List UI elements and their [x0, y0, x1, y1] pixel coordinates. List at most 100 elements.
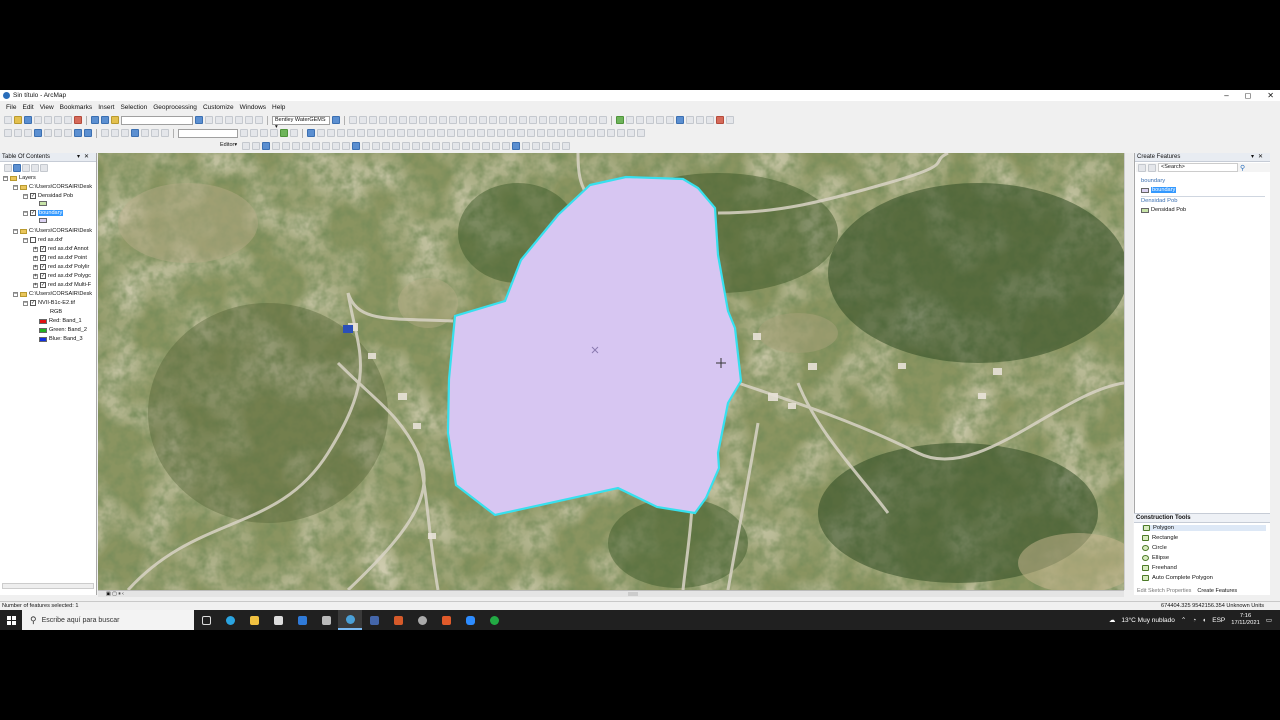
tool-q[interactable] — [509, 116, 517, 124]
clock[interactable]: 7:16 17/11/2021 — [1231, 613, 1260, 627]
tool-ad[interactable] — [656, 116, 664, 124]
pin-icon[interactable]: ▾ — [77, 154, 84, 160]
tool-4o[interactable] — [402, 142, 410, 150]
bentley-watergems-menu[interactable]: Bentley WaterGEMS ▾ — [272, 115, 330, 130]
tool-3v[interactable] — [637, 129, 645, 137]
tool-z[interactable] — [599, 116, 607, 124]
tool-3n[interactable] — [557, 129, 565, 137]
tool-aj[interactable] — [716, 116, 724, 124]
toc-group-dxf[interactable]: – red as.dxf — [23, 237, 63, 243]
menu-insert[interactable]: Insert — [98, 104, 114, 111]
tool-2j[interactable] — [250, 129, 258, 137]
tool-freehand[interactable]: Freehand — [1142, 565, 1266, 571]
tool-2q[interactable] — [327, 129, 335, 137]
map-view[interactable] — [98, 153, 1124, 590]
cut-button[interactable] — [44, 116, 52, 124]
tool-4v[interactable] — [472, 142, 480, 150]
template-densidad[interactable]: Densidad Pob — [1141, 207, 1186, 213]
menu-customize[interactable]: Customize — [203, 104, 234, 111]
add-data-button[interactable] — [111, 116, 119, 124]
toc-layer-dxf-polyline[interactable]: + ✓ red as.dxf Polylir — [33, 264, 89, 270]
tool-4c[interactable] — [282, 142, 290, 150]
tab-edit-sketch-properties[interactable]: Edit Sketch Properties — [1137, 588, 1191, 596]
list-by-selection-icon[interactable] — [31, 164, 39, 172]
template-boundary[interactable]: boundary — [1141, 187, 1177, 193]
tool-3t[interactable] — [617, 129, 625, 137]
tool-3f[interactable] — [477, 129, 485, 137]
undo-button[interactable] — [91, 116, 99, 124]
list-by-visibility-icon[interactable] — [22, 164, 30, 172]
tool-p[interactable] — [499, 116, 507, 124]
menu-edit[interactable]: Edit — [22, 104, 33, 111]
tool-4z[interactable] — [512, 142, 520, 150]
toc-layer-raster[interactable]: – ✓ NVII-B1c-E2.tif — [23, 300, 75, 306]
save-button[interactable] — [24, 116, 32, 124]
filter-icon[interactable] — [1148, 163, 1156, 172]
file-explorer-icon[interactable] — [242, 610, 266, 630]
tool-u[interactable] — [549, 116, 557, 124]
visibility-checkbox[interactable]: ✓ — [30, 193, 36, 199]
map-vertical-scrollbar[interactable] — [1124, 153, 1133, 590]
tool-ae[interactable] — [666, 116, 674, 124]
zoom-out-icon[interactable] — [14, 129, 22, 137]
open-button[interactable] — [14, 116, 22, 124]
tool-af[interactable] — [676, 116, 684, 124]
tool-o[interactable] — [489, 116, 497, 124]
tool-2k[interactable] — [260, 129, 268, 137]
toc-horizontal-scrollbar[interactable] — [2, 583, 94, 589]
tool-2g[interactable] — [141, 129, 149, 137]
tool-3a[interactable] — [427, 129, 435, 137]
paste-button[interactable] — [64, 116, 72, 124]
tool-circle[interactable]: Circle — [1142, 545, 1266, 551]
tool-2e[interactable] — [84, 129, 92, 137]
tool-4u[interactable] — [462, 142, 470, 150]
editor-toolbar-button[interactable] — [195, 116, 203, 124]
toc-layer-dxf-annot[interactable]: + ✓ red as.dxf Annot — [33, 246, 88, 252]
tool-2c[interactable] — [64, 129, 72, 137]
network-icon[interactable]: ◔ — [1192, 617, 1196, 624]
tool-4y[interactable] — [502, 142, 510, 150]
menu-bookmarks[interactable]: Bookmarks — [60, 104, 93, 111]
tool-4s[interactable] — [442, 142, 450, 150]
tool-2d[interactable] — [74, 129, 82, 137]
tool-3h[interactable] — [497, 129, 505, 137]
tool-b[interactable] — [359, 116, 367, 124]
tool-t[interactable] — [539, 116, 547, 124]
tool-2t[interactable] — [357, 129, 365, 137]
tool-auto-complete-polygon[interactable]: Auto Complete Polygon — [1142, 575, 1266, 581]
tool-4h[interactable] — [332, 142, 340, 150]
app-icon-3[interactable] — [386, 610, 410, 630]
tool-k[interactable] — [449, 116, 457, 124]
tool-4k[interactable] — [362, 142, 370, 150]
tool-3g[interactable] — [487, 129, 495, 137]
tool-s[interactable] — [529, 116, 537, 124]
tool-3o[interactable] — [567, 129, 575, 137]
organize-templates-icon[interactable] — [1138, 163, 1146, 172]
tool-j[interactable] — [439, 116, 447, 124]
mail-icon[interactable] — [290, 610, 314, 630]
tool-4d[interactable] — [292, 142, 300, 150]
close-panel-icon[interactable]: ✕ — [84, 154, 93, 160]
menu-windows[interactable]: Windows — [240, 104, 266, 111]
tool-g[interactable] — [409, 116, 417, 124]
tool-3r[interactable] — [597, 129, 605, 137]
tool-2f[interactable] — [111, 129, 119, 137]
tool-m[interactable] — [469, 116, 477, 124]
catalog-button[interactable] — [215, 116, 223, 124]
measure-icon[interactable] — [161, 129, 169, 137]
tool-4b[interactable] — [272, 142, 280, 150]
pin-icon[interactable]: ▾ — [1251, 154, 1258, 160]
tool-5c[interactable] — [542, 142, 550, 150]
tool-ai[interactable] — [706, 116, 714, 124]
tool-ab[interactable] — [636, 116, 644, 124]
delete-button[interactable] — [74, 116, 82, 124]
pan-icon[interactable] — [24, 129, 32, 137]
tool-x[interactable] — [579, 116, 587, 124]
tool-3l[interactable] — [537, 129, 545, 137]
tool-3s[interactable] — [607, 129, 615, 137]
toc-folder-2[interactable]: – C:\Users\CORSAIR\Desk — [13, 228, 92, 234]
store-icon[interactable] — [266, 610, 290, 630]
edge-icon[interactable] — [218, 610, 242, 630]
tool-ak[interactable] — [726, 116, 734, 124]
taskbar-search-box[interactable]: ⚲ Escribe aquí para buscar — [22, 610, 194, 630]
